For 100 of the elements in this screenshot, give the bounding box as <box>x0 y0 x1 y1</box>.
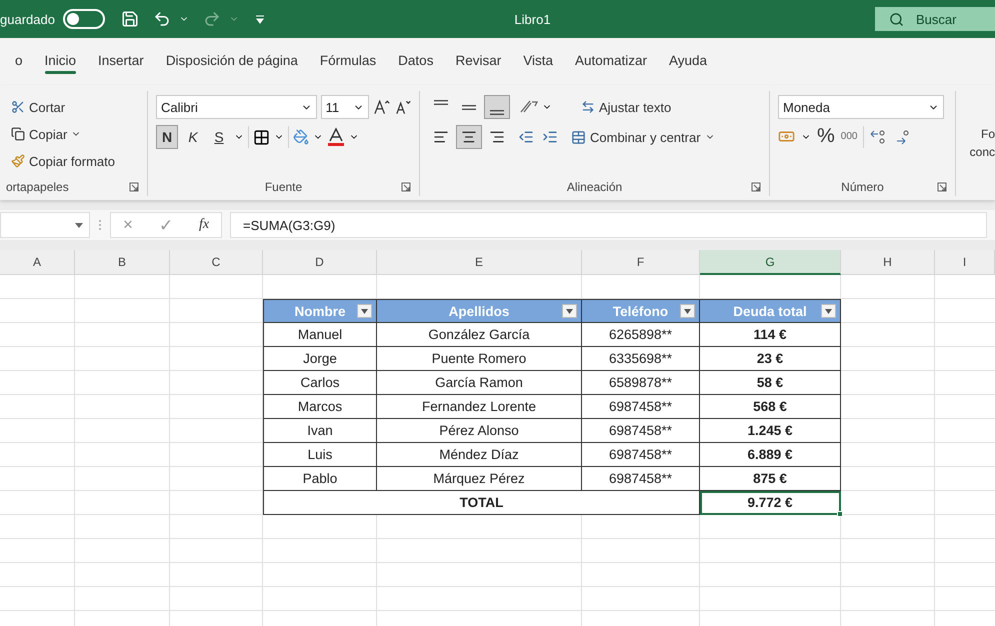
borders-icon[interactable] <box>253 128 270 146</box>
merge-center-button[interactable]: Combinar y centrar <box>566 125 720 149</box>
ribbon-tab[interactable]: Automatizar <box>564 47 658 76</box>
align-center-icon <box>461 129 477 145</box>
percent-button[interactable]: % <box>817 125 835 148</box>
format-painter-button[interactable]: Copiar formato <box>6 149 139 173</box>
ribbon-tab[interactable]: Vista <box>512 47 564 76</box>
lines-icon <box>434 100 448 104</box>
dialog-launcher-icon[interactable] <box>751 182 761 192</box>
window-title: Libro1 <box>514 12 551 26</box>
align-left-icon <box>433 129 449 145</box>
font-color-icon[interactable] <box>327 127 345 147</box>
underline-button[interactable]: S <box>208 125 230 149</box>
scissors-icon <box>11 100 25 114</box>
grip-icon <box>98 219 102 231</box>
autosave-toggle[interactable] <box>62 9 105 29</box>
insert-function-button[interactable]: fx <box>198 217 210 233</box>
filter-dropdown-button[interactable] <box>821 304 836 318</box>
align-center-button[interactable] <box>456 125 482 149</box>
dialog-launcher-icon[interactable] <box>129 182 139 192</box>
ribbon-tab[interactable]: Disposición de página <box>154 47 309 76</box>
table-cell: Pablo <box>263 467 377 491</box>
save-icon[interactable] <box>120 10 139 28</box>
increase-indent-icon[interactable] <box>542 129 558 145</box>
shrink-font-icon[interactable] <box>394 98 412 116</box>
conditional-format-label[interactable]: Fo <box>980 124 995 142</box>
table-cell: Jorge <box>263 347 377 371</box>
filter-dropdown-button[interactable] <box>357 304 372 318</box>
search-field[interactable]: Buscar <box>875 7 995 31</box>
search-icon <box>889 12 904 26</box>
column-header-cell: Apellidos <box>377 299 582 323</box>
total-label: TOTAL <box>263 491 700 515</box>
merge-cells-icon <box>571 130 586 144</box>
filter-dropdown-button[interactable] <box>680 304 695 318</box>
table-cell: García Ramon <box>377 371 582 395</box>
table-cell: Pérez Alonso <box>377 419 582 443</box>
group-label: ortapapeles <box>6 180 69 194</box>
table-cell: González García <box>377 323 582 347</box>
table-cell: 23 € <box>700 347 841 371</box>
group-label: Alineación <box>566 180 622 194</box>
table-cell: 6265898** <box>582 323 700 347</box>
ribbon-tab[interactable]: Revisar <box>444 47 512 76</box>
caret-icon <box>75 222 83 228</box>
cut-button[interactable]: Cortar <box>6 95 139 119</box>
thousands-button[interactable]: 000 <box>840 131 858 142</box>
table-cell: 6987458** <box>582 443 700 467</box>
table-cell: 114 € <box>700 323 841 347</box>
ribbon-tab[interactable]: Datos <box>387 47 444 76</box>
table-cell: 6589878** <box>582 371 700 395</box>
table-cell: Fernandez Lorente <box>377 395 582 419</box>
column-header-cell: Deuda total <box>700 299 841 323</box>
filter-dropdown-button[interactable] <box>562 304 577 318</box>
font-size-field[interactable]: 11 <box>320 95 369 119</box>
ribbon-tab[interactable]: Ayuda <box>658 47 718 76</box>
undo-icon[interactable] <box>152 10 171 28</box>
column-header-cell: Teléfono <box>582 299 700 323</box>
font-name-field[interactable]: Calibri <box>156 95 317 119</box>
paintbrush-icon <box>11 154 25 168</box>
wrap-text-button[interactable]: Ajustar texto <box>576 95 676 119</box>
copy-button[interactable]: Copiar <box>6 122 139 146</box>
copy-icon <box>11 127 25 141</box>
table-cell: 6.889 € <box>700 443 841 467</box>
group-label: Fuente <box>264 180 302 194</box>
ribbon-tab[interactable]: o <box>4 47 34 76</box>
formula-field[interactable]: =SUMA(G3:G9) <box>230 212 987 238</box>
decrease-indent-icon[interactable] <box>518 129 534 145</box>
lines-icon <box>462 104 476 110</box>
italic-button[interactable]: K <box>182 125 204 149</box>
grow-font-icon[interactable] <box>372 98 390 116</box>
table-cell: Luis <box>263 443 377 467</box>
table-cell: Marcos <box>263 395 377 419</box>
ribbon-tab[interactable]: Fórmulas <box>308 47 388 76</box>
fill-color-icon[interactable] <box>293 129 309 145</box>
align-right-icon <box>489 129 505 145</box>
dialog-launcher-icon[interactable] <box>401 182 411 192</box>
bold-button[interactable]: N <box>156 125 178 149</box>
column-header[interactable]: G <box>700 250 841 275</box>
lines-icon <box>490 110 504 114</box>
table-cell: 6987458** <box>582 467 700 491</box>
customize-toolbar-icon[interactable] <box>254 14 265 24</box>
dialog-launcher-icon[interactable] <box>937 182 947 192</box>
fill-handle[interactable] <box>837 511 843 517</box>
table-cell: 6987458** <box>582 419 700 443</box>
table-cell: Puente Romero <box>377 347 582 371</box>
number-format-field[interactable]: Moneda <box>778 95 944 119</box>
table-cell: Ivan <box>263 419 377 443</box>
table-cell: 1.245 € <box>700 419 841 443</box>
table-cell: 58 € <box>700 371 841 395</box>
caret-icon <box>566 308 573 314</box>
caret-icon <box>825 308 832 314</box>
total-cell: 9.772 € <box>700 491 841 515</box>
ribbon-tab[interactable]: Inicio <box>34 47 88 76</box>
arrows-icon <box>581 100 595 114</box>
table-cell: 6335698** <box>582 347 700 371</box>
table-cell: Márquez Pérez <box>377 467 582 491</box>
table-cell: 568 € <box>700 395 841 419</box>
table-cell: Méndez Díaz <box>377 443 582 467</box>
align-bottom-button[interactable] <box>484 95 510 119</box>
conditional-format-label[interactable]: conc <box>970 142 995 160</box>
ribbon-tab[interactable]: Insertar <box>87 47 155 76</box>
